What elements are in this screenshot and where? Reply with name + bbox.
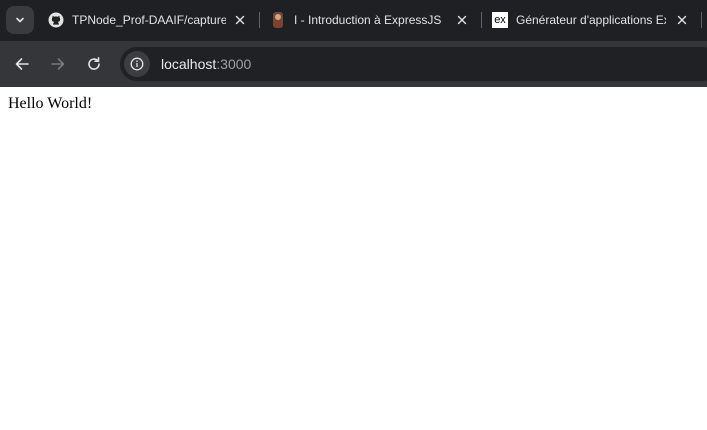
tab-close-button[interactable] — [232, 12, 248, 28]
reload-button[interactable] — [82, 52, 106, 76]
tab-title: Générateur d'applications Ex — [516, 13, 666, 27]
github-icon — [48, 12, 64, 28]
browser-toolbar: localhost:3000 — [0, 41, 707, 87]
tab-separator — [481, 12, 482, 28]
forward-button[interactable] — [46, 52, 70, 76]
tab-search-button[interactable] — [6, 6, 34, 34]
tab-github[interactable]: TPNode_Prof-DAAIF/capture — [48, 6, 248, 34]
tab-strip: TPNode_Prof-DAAIF/capture I - Introducti… — [0, 0, 707, 41]
arrow-left-icon — [15, 58, 29, 70]
hello-world-text: Hello World! — [8, 95, 93, 112]
close-icon — [457, 15, 467, 25]
info-icon — [130, 57, 144, 71]
tab-close-button[interactable] — [674, 12, 690, 28]
tab-title: TPNode_Prof-DAAIF/capture — [72, 13, 226, 27]
site-info-button[interactable] — [124, 51, 150, 77]
express-icon: ex — [492, 12, 508, 28]
back-button[interactable] — [10, 52, 34, 76]
reload-icon — [88, 57, 100, 70]
close-icon — [677, 15, 687, 25]
tab-close-button[interactable] — [454, 12, 470, 28]
url-port: :3000 — [216, 56, 252, 72]
express-icon-text: ex — [494, 14, 506, 26]
tab-express-generator[interactable]: ex Générateur d'applications Ex — [492, 6, 690, 34]
chevron-down-icon — [16, 17, 24, 23]
person-avatar-icon — [270, 12, 286, 28]
close-icon — [235, 15, 245, 25]
url-host: localhost — [161, 56, 217, 72]
page-content: Hello World! — [0, 87, 707, 430]
tab-separator — [701, 12, 702, 28]
arrow-right-icon — [51, 58, 65, 70]
tab-expressjs-intro[interactable]: I - Introduction à ExpressJS — [270, 6, 470, 34]
address-bar[interactable]: localhost:3000 — [120, 47, 707, 81]
tab-title: I - Introduction à ExpressJS — [294, 13, 442, 27]
tab-separator — [259, 12, 260, 28]
